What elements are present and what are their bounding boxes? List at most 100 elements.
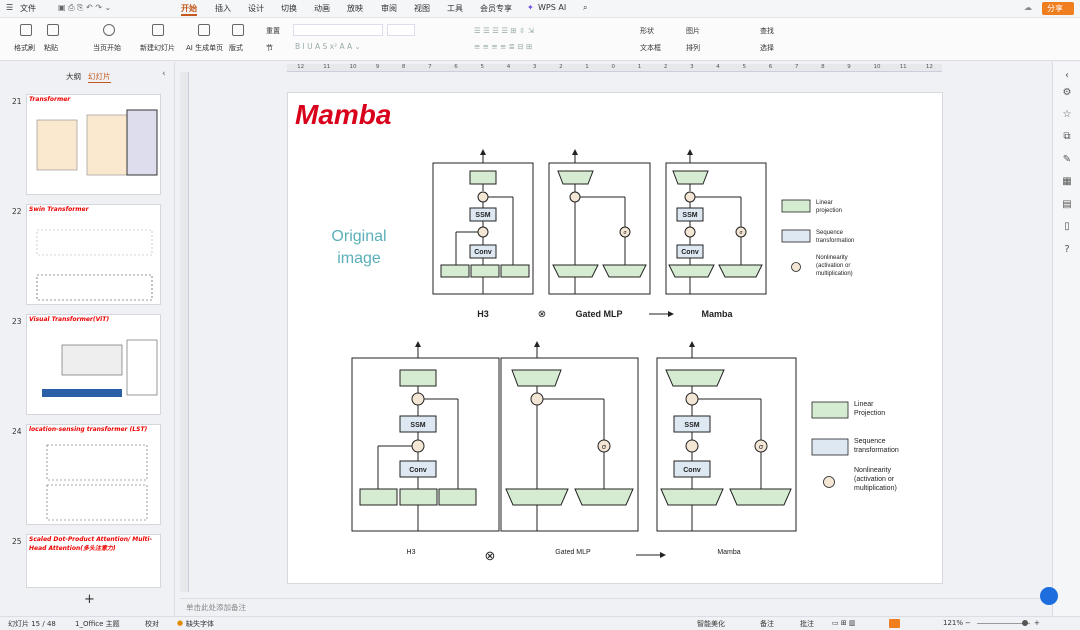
layout-icon xyxy=(232,24,244,36)
book-icon[interactable]: ▯ xyxy=(1061,221,1073,233)
ruler-tick: 8 xyxy=(401,64,406,70)
legend-seq-1: Sequence xyxy=(816,230,844,236)
slide-thumb-25[interactable]: Scaled Dot-Product Attention/ Multi-Head… xyxy=(26,534,161,588)
reset-button[interactable]: 重置 xyxy=(266,26,280,36)
zoom-slider-thumb[interactable] xyxy=(1022,620,1028,626)
tab-design[interactable]: 设计 xyxy=(248,3,264,14)
tab-slides[interactable]: 幻灯片 xyxy=(88,71,111,83)
wps-ai-button[interactable]: WPS AI xyxy=(538,3,566,12)
top-mamba-diagram xyxy=(665,149,767,295)
proof-button[interactable]: 校对 xyxy=(145,619,159,629)
ruler-tick: 0 xyxy=(611,64,616,70)
tab-view[interactable]: 视图 xyxy=(414,3,430,14)
slide-title: Mamba xyxy=(295,99,391,130)
format-painter-icon xyxy=(20,24,32,36)
layout-button[interactable]: 版式 xyxy=(229,43,243,53)
file-menu[interactable]: 文件 xyxy=(20,3,36,14)
ai-single-button[interactable]: AI 生成单页 xyxy=(186,43,223,53)
hamburger-icon[interactable]: ☰ xyxy=(6,3,13,12)
format-painter-button[interactable]: 格式刷 xyxy=(14,43,35,53)
select-button[interactable]: 选择 xyxy=(760,43,774,53)
ruler-tick: 4 xyxy=(716,64,720,70)
font-name-select[interactable] xyxy=(293,24,383,36)
legend-seq-2: transformation xyxy=(816,238,854,244)
ruler-tick: 1 xyxy=(637,64,642,70)
notes-toggle[interactable]: 备注 xyxy=(760,619,774,629)
ruler-tick: 5 xyxy=(480,64,485,70)
share-button[interactable]: 分享 xyxy=(1042,2,1074,15)
slide-thumb-22[interactable]: Swin Transformer xyxy=(26,204,161,305)
textbox-button[interactable]: 文本框 xyxy=(640,43,661,53)
collapse-icon[interactable]: ‹ xyxy=(162,69,166,79)
cloud-icon[interactable]: ☁ xyxy=(1024,3,1032,12)
horizontal-ruler: 12 11 10 9 8 7 6 5 4 3 2 1 0 1 2 3 4 5 6 7 8 9 10 11 12 xyxy=(287,64,942,72)
help-icon[interactable]: ? xyxy=(1061,244,1073,256)
thumb-title: Transformer xyxy=(29,96,71,103)
copy-icon[interactable]: ⧉ xyxy=(1061,131,1073,143)
tab-animation[interactable]: 动画 xyxy=(314,3,330,14)
slide-panel: 大纲 幻灯片 ‹ 21 Transformer 22 Swin Transfor… xyxy=(0,62,175,616)
theme-name[interactable]: 1_Office 主题 xyxy=(75,619,120,629)
find-button[interactable]: 查找 xyxy=(760,26,774,36)
section-button[interactable]: 节 xyxy=(266,43,273,53)
font-size-select[interactable] xyxy=(387,24,415,36)
ruler-tick: 6 xyxy=(768,64,773,70)
status-bar: 幻灯片 15 / 48 1_Office 主题 校对 ● 缺失字体 智能美化 备… xyxy=(0,616,1080,630)
thumb-diagram xyxy=(42,339,158,397)
share-label: 分享 xyxy=(1047,4,1063,13)
image-icon[interactable]: ▦ xyxy=(1061,176,1073,188)
quick-access-icons[interactable]: ▣ ⎙ ⎘ ↶ ↷ ⌄ xyxy=(58,3,111,13)
slide-thumb-21[interactable]: Transformer xyxy=(26,94,161,195)
vertical-ruler xyxy=(180,72,189,592)
tab-review[interactable]: 审阅 xyxy=(381,3,397,14)
tab-slideshow[interactable]: 放映 xyxy=(347,3,363,14)
layers-icon[interactable]: ▤ xyxy=(1061,199,1073,211)
play-button[interactable] xyxy=(889,619,900,628)
ruler-tick: 6 xyxy=(454,64,458,70)
new-slide-button[interactable]: 新建幻灯片 xyxy=(140,43,175,53)
align-buttons[interactable]: ≡ ≡ ≡ ≡ ≣ ⊟ ⊞ xyxy=(474,42,532,51)
tab-outline[interactable]: 大纲 xyxy=(66,71,81,82)
thumb-number: 23 xyxy=(12,317,22,326)
top-mamba-label: Mamba xyxy=(701,309,733,319)
beautify-button[interactable]: 智能美化 xyxy=(697,619,725,629)
expand-icon[interactable]: ‹ xyxy=(1061,70,1073,82)
comment-toggle[interactable]: 批注 xyxy=(800,619,814,629)
tab-member[interactable]: 会员专享 xyxy=(480,3,512,14)
adjust-icon[interactable]: ⚙ xyxy=(1061,87,1073,99)
shape-button[interactable]: 形状 xyxy=(640,26,654,36)
tab-insert[interactable]: 插入 xyxy=(215,3,231,14)
tools-icon[interactable]: ✎ xyxy=(1061,154,1073,166)
thumb-title: Swin Transformer xyxy=(29,206,89,213)
arrange-button[interactable]: 排列 xyxy=(686,43,700,53)
slide-svg: Mamba Original image SSM Conv SSM Conv H… xyxy=(295,99,899,563)
picture-button[interactable]: 图片 xyxy=(686,26,700,36)
tab-transition[interactable]: 切换 xyxy=(281,3,297,14)
ribbon: 格式刷 粘贴 当页开始 新建幻灯片 AI 生成单页 版式 重置 节 B I U … xyxy=(0,18,1080,61)
slide-thumb-23[interactable]: Visual Transformer(ViT) xyxy=(26,314,161,415)
star-icon[interactable]: ☆ xyxy=(1061,109,1073,121)
search-icon[interactable]: ⌕ xyxy=(583,3,587,13)
sigma-label: σ xyxy=(602,444,607,451)
zoom-out-button[interactable]: − xyxy=(965,619,971,627)
slide-thumb-24[interactable]: location-sensing transformer (LST) xyxy=(26,424,161,525)
view-buttons[interactable]: ▭ ⊞ ▥ xyxy=(832,619,856,627)
slide-canvas[interactable]: Mamba Original image SSM Conv SSM Conv H… xyxy=(287,92,943,584)
missing-font-button[interactable]: 缺失字体 xyxy=(186,619,214,629)
top-mamba-conv: Conv xyxy=(681,249,699,256)
assistant-button[interactable] xyxy=(1040,587,1058,605)
zoom-in-button[interactable]: + xyxy=(1034,619,1040,627)
tab-home[interactable]: 开始 xyxy=(181,3,197,16)
ruler-tick: 2 xyxy=(663,64,668,70)
text-format-buttons[interactable]: B I U A S x² A A ⌄ xyxy=(295,42,361,51)
notes-area[interactable]: 单击此处添加备注 xyxy=(180,598,1040,614)
from-current-button[interactable]: 当页开始 xyxy=(93,43,121,53)
add-slide-button[interactable]: + xyxy=(84,592,95,607)
zoom-level[interactable]: 121% xyxy=(943,619,963,627)
bottom-mamba-diagram xyxy=(656,341,797,532)
paste-button[interactable]: 粘贴 xyxy=(44,43,58,53)
paragraph-buttons[interactable]: ☰ ☰ ☰ ☰ ⊞ ⇳ ⇲ xyxy=(474,26,534,35)
image-label: image xyxy=(337,250,381,267)
tab-tools[interactable]: 工具 xyxy=(447,3,463,14)
legend2-linear-2: Projection xyxy=(854,410,885,417)
